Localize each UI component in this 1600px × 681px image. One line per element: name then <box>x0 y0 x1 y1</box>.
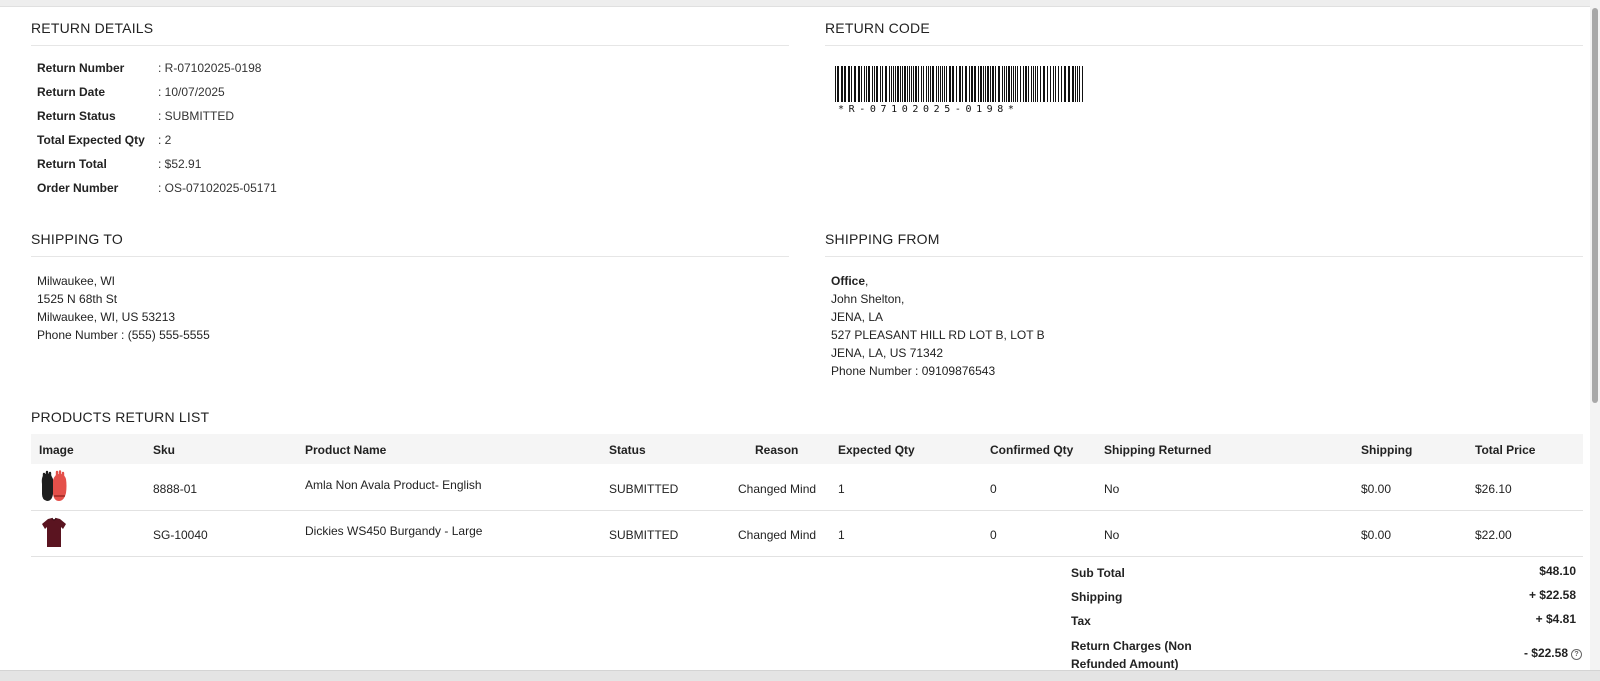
total-expected-qty-value: : 2 <box>158 133 172 147</box>
return-total-value: : $52.91 <box>158 157 202 171</box>
top-bar <box>0 0 1600 7</box>
shipping-from-name-line: Office, <box>831 274 868 288</box>
column-header-expected-qty: Expected Qty <box>838 443 915 457</box>
row-1-confirmed-qty: 0 <box>990 482 997 496</box>
shipping-from-phone: Phone Number : 09109876543 <box>831 364 996 378</box>
barcode-text: *R-07102025-0198* <box>838 104 1019 115</box>
products-return-list-title: PRODUCTS RETURN LIST <box>31 409 210 425</box>
shipping-to-title: SHIPPING TO <box>31 231 123 247</box>
row-2-reason: Changed Mind <box>738 528 817 542</box>
scrollbar-thumb[interactable] <box>1592 8 1598 403</box>
section-divider <box>825 256 1583 257</box>
row-2-sku: SG-10040 <box>153 528 208 542</box>
return-charges-value-wrap: - $22.58? <box>1524 646 1582 660</box>
shipping-from-name-suffix: , <box>865 274 869 288</box>
column-header-shipping-returned: Shipping Returned <box>1104 443 1212 457</box>
row-2-product-name[interactable]: Dickies WS450 Burgandy - Large <box>305 524 482 538</box>
row-2-status: SUBMITTED <box>609 528 679 542</box>
section-divider <box>825 45 1583 46</box>
return-details-title: RETURN DETAILS <box>31 20 154 36</box>
gloves-icon <box>41 470 67 501</box>
order-number-value: : OS-07102025-05171 <box>158 181 277 195</box>
vertical-scrollbar[interactable] <box>1590 0 1600 681</box>
return-charges-value: - $22.58 <box>1523 646 1568 660</box>
shipping-to-line: Milwaukee, WI, US 53213 <box>37 310 176 324</box>
column-header-shipping: Shipping <box>1361 443 1413 457</box>
info-icon[interactable]: ? <box>1571 649 1582 660</box>
shipping-from-line: JENA, LA <box>831 310 884 324</box>
row-2-confirmed-qty: 0 <box>990 528 997 542</box>
column-header-status: Status <box>609 443 646 457</box>
row-divider <box>31 556 1583 557</box>
row-2-total-price: $22.00 <box>1475 528 1512 542</box>
order-number-label: Order Number <box>37 181 119 195</box>
row-1-total-price: $26.10 <box>1475 482 1512 496</box>
shipping-to-line: 1525 N 68th St <box>37 292 118 306</box>
row-1-status: SUBMITTED <box>609 482 679 496</box>
column-header-reason: Reason <box>755 443 799 457</box>
tax-value: + $4.81 <box>1535 612 1576 626</box>
total-expected-qty-label: Total Expected Qty <box>37 133 145 147</box>
shipping-total-label: Shipping <box>1071 590 1123 604</box>
column-header-sku: Sku <box>153 443 176 457</box>
return-date-label: Return Date <box>37 85 106 99</box>
shipping-from-line: JENA, LA, US 71342 <box>831 346 944 360</box>
bottom-bar <box>0 670 1600 681</box>
section-divider <box>31 256 789 257</box>
shipping-to-line: Milwaukee, WI <box>37 274 116 288</box>
shipping-to-phone: Phone Number : (555) 555-5555 <box>37 328 210 342</box>
row-divider <box>31 510 1583 511</box>
return-total-label: Return Total <box>37 157 107 171</box>
row-2-shipping: $0.00 <box>1361 528 1392 542</box>
row-1-shipping-returned: No <box>1104 482 1120 496</box>
shipping-from-name: Office <box>831 274 866 288</box>
return-charges-label: Return Charges (Non Refunded Amount) <box>1071 639 1192 671</box>
return-status-value: : SUBMITTED <box>158 109 235 123</box>
row-2-shipping-returned: No <box>1104 528 1120 542</box>
shipping-from-title: SHIPPING FROM <box>825 231 940 247</box>
row-1-sku: 8888-01 <box>153 482 198 496</box>
return-status-label: Return Status <box>37 109 116 123</box>
return-code-title: RETURN CODE <box>825 20 930 36</box>
column-header-total-price: Total Price <box>1475 443 1536 457</box>
shipping-from-line: 527 PLEASANT HILL RD LOT B, LOT B <box>831 328 1045 342</box>
column-header-confirmed-qty: Confirmed Qty <box>990 443 1074 457</box>
row-1-product-name[interactable]: Amla Non Avala Product- English <box>305 478 482 492</box>
sub-total-label: Sub Total <box>1071 566 1125 580</box>
column-header-product-name: Product Name <box>305 443 387 457</box>
row-1-reason: Changed Mind <box>738 482 817 496</box>
shipping-total-value: + $22.58 <box>1528 588 1576 602</box>
section-divider <box>31 45 789 46</box>
column-header-image: Image <box>39 443 74 457</box>
tax-label: Tax <box>1071 614 1091 628</box>
return-number-value: : R-07102025-0198 <box>158 61 262 75</box>
return-date-value: : 10/07/2025 <box>158 85 225 99</box>
row-1-shipping: $0.00 <box>1361 482 1392 496</box>
sub-total-value: $48.10 <box>1539 564 1576 578</box>
row-1-expected-qty: 1 <box>838 482 845 496</box>
return-number-label: Return Number <box>37 61 125 75</box>
shipping-from-line: John Shelton, <box>831 292 905 306</box>
shirt-icon <box>42 517 66 547</box>
row-2-expected-qty: 1 <box>838 528 845 542</box>
products-table-header <box>31 434 1583 464</box>
